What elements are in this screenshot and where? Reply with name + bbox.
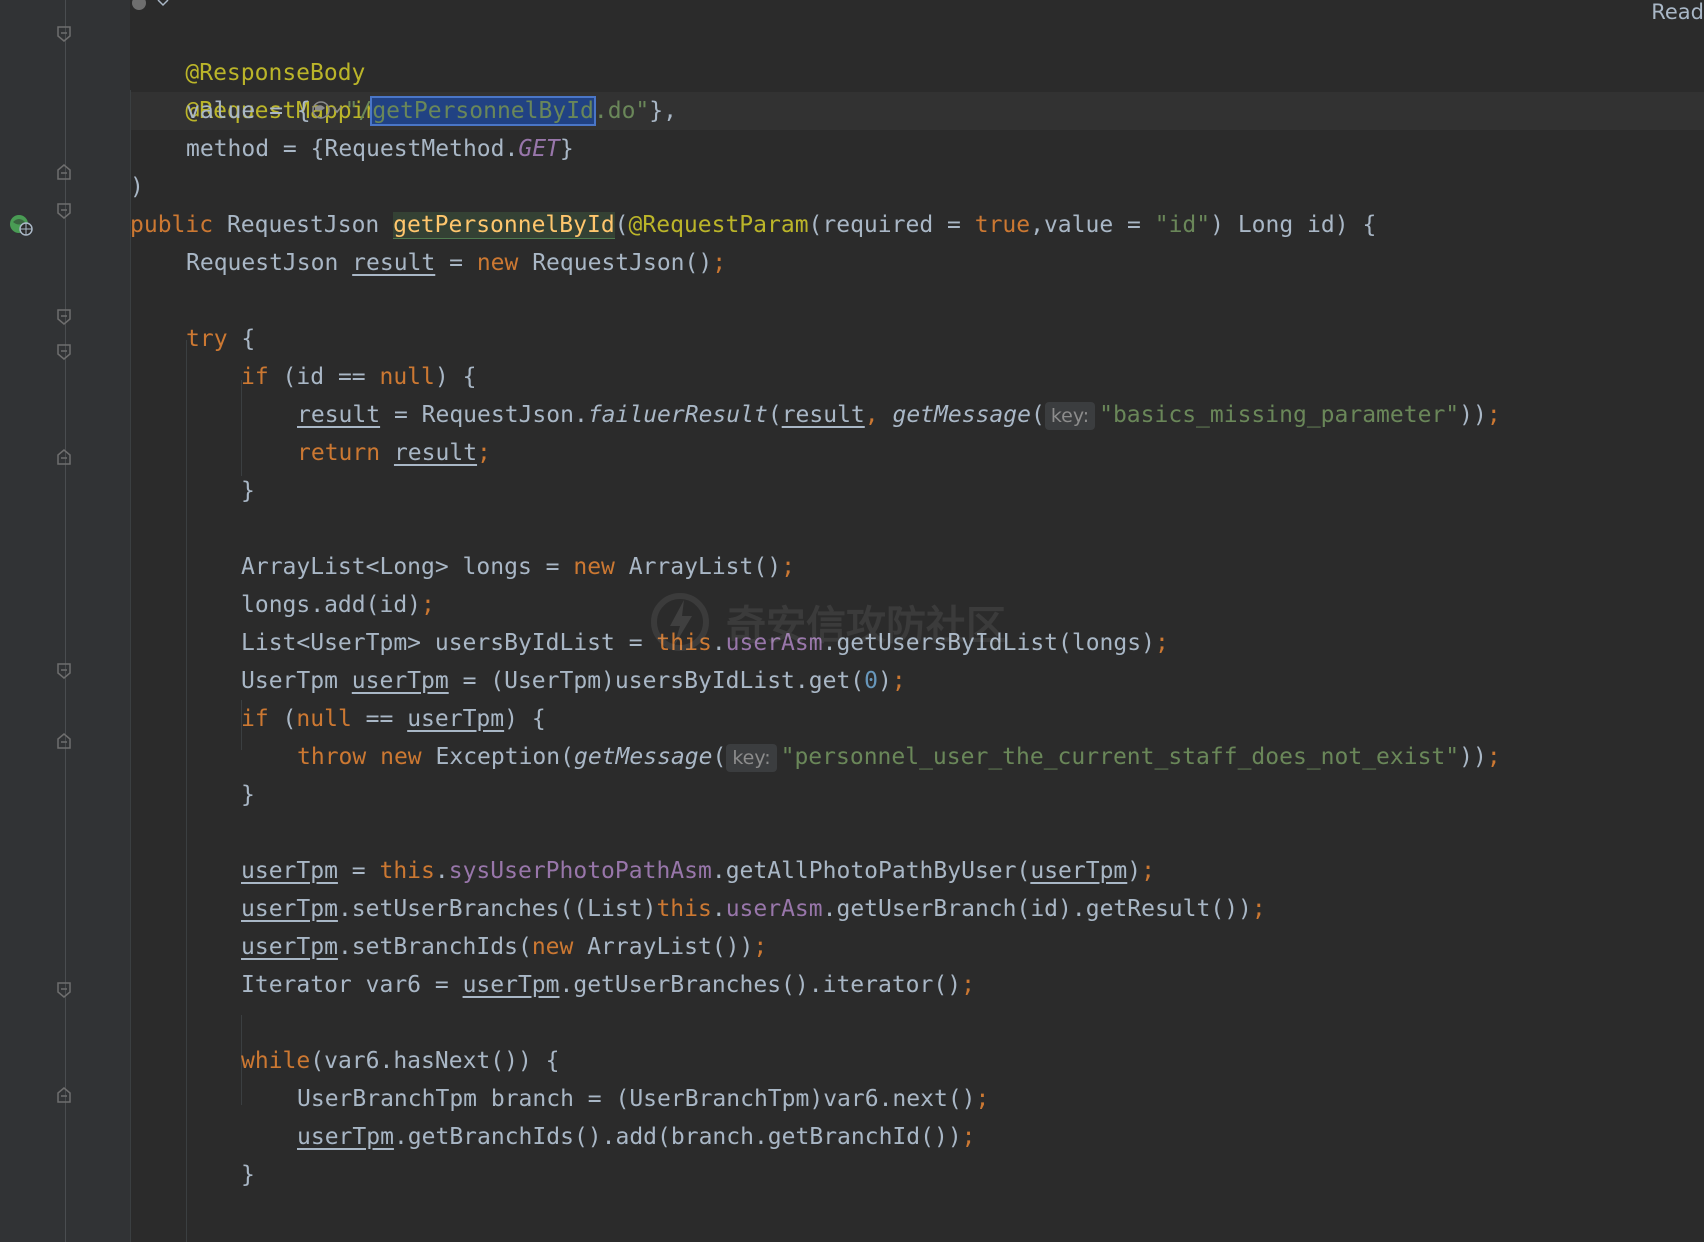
web-endpoint-icon[interactable] (311, 97, 345, 123)
fold-end-icon[interactable] (57, 733, 71, 749)
fold-marker-icon[interactable] (57, 309, 71, 325)
code-line: longs.add(id); (241, 592, 435, 618)
indent-guide (130, 90, 131, 1242)
method-name-highlight: getPersonnelById (393, 212, 615, 239)
code-line: public RequestJson getPersonnelById(@Req… (130, 212, 1377, 239)
fold-end-icon[interactable] (57, 164, 71, 180)
code-line: return result; (297, 440, 491, 466)
code-line: userTpm.setBranchIds(new ArrayList()); (241, 934, 768, 960)
code-line: } (241, 782, 255, 808)
code-line: result = RequestJson.failuerResult(resul… (297, 402, 1501, 430)
code-line: @RequestMapping( (130, 54, 407, 124)
editor-gutter (0, 0, 130, 1242)
watermark: 奇安信攻防社区 (650, 592, 1006, 652)
watermark-text: 奇安信攻防社区 (726, 603, 1006, 649)
code-line: ArrayList<Long> longs = new ArrayList(); (241, 554, 795, 580)
watermark-logo-icon (651, 593, 709, 651)
code-line: } (241, 1162, 255, 1188)
code-line: Iterator var6 = userTpm.getUserBranches(… (241, 972, 975, 998)
code-line: userTpm.getBranchIds().add(branch.getBra… (297, 1124, 976, 1150)
indent-guide (186, 340, 187, 1242)
gutter-separator (65, 0, 66, 1242)
code-line: if (id == null) { (241, 364, 477, 390)
selected-text: getPersonnelById (370, 96, 596, 126)
code-line: if (null == userTpm) { (241, 706, 546, 732)
code-line: userTpm = this.sysUserPhotoPathAsm.getAl… (241, 858, 1155, 884)
code-line: UserBranchTpm branch = (UserBranchTpm)va… (297, 1086, 990, 1112)
code-line: throw new Exception(getMessage(key: "pers… (297, 744, 1501, 772)
code-line: try { (186, 326, 256, 352)
parameter-hint: key: (726, 744, 777, 772)
code-line: userTpm.setUserBranches((List)this.userA… (241, 896, 1266, 922)
fold-marker-icon[interactable] (57, 203, 71, 219)
fold-marker-icon[interactable] (57, 344, 71, 360)
code-line: @ResponseBody (130, 16, 365, 86)
code-line: ) (130, 174, 144, 200)
run-endpoint-icon[interactable] (8, 212, 34, 244)
code-line: while(var6.hasNext()) { (241, 1048, 560, 1074)
fold-end-icon[interactable] (57, 449, 71, 465)
fold-marker-icon[interactable] (57, 26, 71, 42)
fold-marker-icon[interactable] (57, 982, 71, 998)
fold-marker-icon[interactable] (57, 663, 71, 679)
code-line: method = {RequestMethod.GET} (186, 136, 574, 162)
code-line: value = {"/getPersonnelById.do"}, (186, 96, 677, 126)
code-line: RequestJson result = new RequestJson(); (186, 250, 727, 276)
parameter-hint: key: (1044, 402, 1096, 430)
code-line: UserTpm userTpm = (UserTpm)usersByIdList… (241, 668, 906, 694)
code-line: } (241, 478, 255, 504)
fold-end-icon[interactable] (57, 1087, 71, 1103)
